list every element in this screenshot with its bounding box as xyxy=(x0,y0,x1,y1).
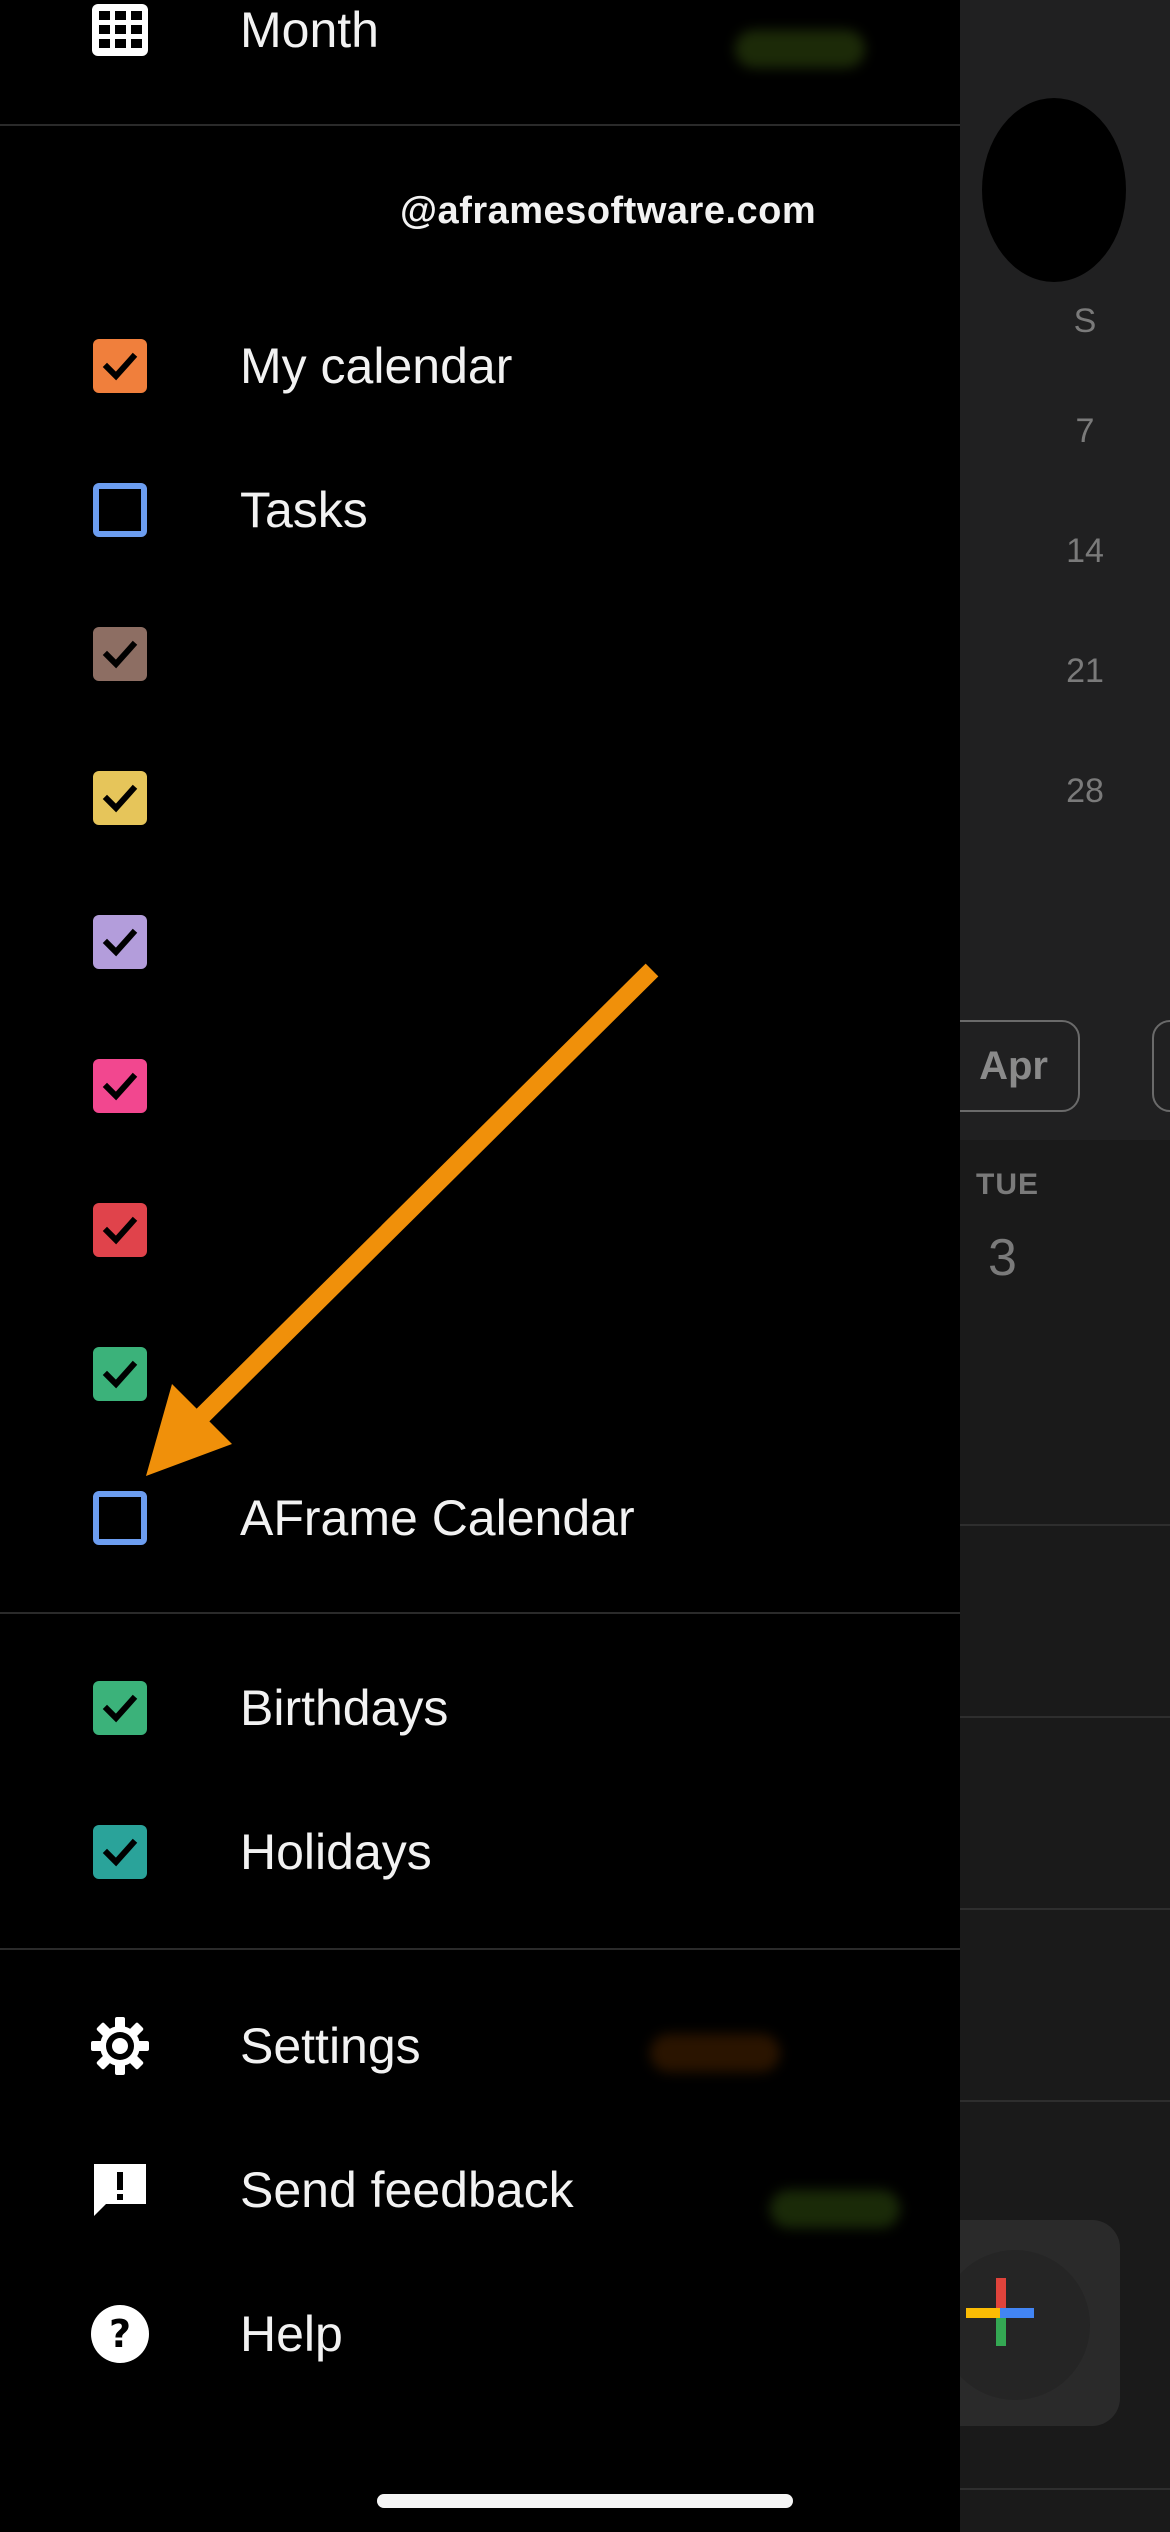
account-email: @aframesoftware.com xyxy=(400,190,817,232)
calendar-item-label: Birthdays xyxy=(240,1680,449,1736)
avatar[interactable] xyxy=(982,98,1126,282)
calendar-item[interactable]: AFrame Calendar xyxy=(0,1448,960,1588)
help-icon: ? xyxy=(91,2305,149,2363)
background-calendar: S 7 14 21 28 Apr TUE 3 xyxy=(960,0,1170,2532)
checked-checkbox[interactable] xyxy=(93,627,147,681)
checked-checkbox[interactable] xyxy=(93,1059,147,1113)
calendar-date[interactable]: 28 xyxy=(1050,772,1120,811)
blurred-badge xyxy=(650,2034,780,2072)
checked-checkbox[interactable] xyxy=(93,915,147,969)
blurred-badge xyxy=(735,30,865,68)
calendar-item-label: AFrame Calendar xyxy=(240,1490,635,1546)
month-chip-next[interactable] xyxy=(1152,1020,1170,1112)
divider xyxy=(960,1716,1170,1718)
calendar-date[interactable]: 14 xyxy=(1050,532,1120,571)
calendar-item[interactable] xyxy=(0,1304,960,1444)
feedback-icon xyxy=(94,2164,146,2216)
calendar-item[interactable] xyxy=(0,872,960,1012)
checked-checkbox[interactable] xyxy=(93,1681,147,1735)
day-label: TUE xyxy=(976,1168,1039,1201)
divider xyxy=(0,124,960,126)
help-item[interactable]: ? Help xyxy=(0,2264,960,2404)
month-chip-apr[interactable]: Apr xyxy=(960,1020,1080,1112)
divider xyxy=(960,1908,1170,1910)
checked-checkbox[interactable] xyxy=(93,1825,147,1879)
divider xyxy=(960,2100,1170,2102)
send-feedback-label: Send feedback xyxy=(240,2162,574,2218)
home-indicator[interactable] xyxy=(377,2494,793,2508)
day-of-week-header: S xyxy=(1073,302,1097,340)
checked-checkbox[interactable] xyxy=(93,1347,147,1401)
nav-item-label: Month xyxy=(240,2,379,58)
calendar-item[interactable]: Holidays xyxy=(0,1782,960,1922)
grid-icon xyxy=(92,4,148,56)
unchecked-checkbox[interactable] xyxy=(93,1491,147,1545)
calendar-item[interactable] xyxy=(0,728,960,868)
checked-checkbox[interactable] xyxy=(93,771,147,825)
calendar-item[interactable] xyxy=(0,1016,960,1156)
blurred-badge xyxy=(770,2190,900,2228)
unchecked-checkbox[interactable] xyxy=(93,483,147,537)
navigation-drawer: Month @aframesoftware.com My calendar Tas… xyxy=(0,0,960,2532)
day-number[interactable]: 3 xyxy=(988,1228,1017,1288)
calendar-item[interactable]: Birthdays xyxy=(0,1638,960,1778)
calendar-item-label: My calendar xyxy=(240,338,513,394)
checked-checkbox[interactable] xyxy=(93,1203,147,1257)
divider xyxy=(0,1612,960,1614)
divider xyxy=(960,2488,1170,2490)
calendar-item-label: Holidays xyxy=(240,1824,432,1880)
svg-text:?: ? xyxy=(109,2312,131,2356)
divider xyxy=(960,1524,1170,1526)
calendar-item[interactable]: My calendar xyxy=(0,296,960,436)
settings-item[interactable]: Settings xyxy=(0,1976,960,2116)
divider xyxy=(0,1948,960,1950)
settings-label: Settings xyxy=(240,2018,421,2074)
checked-checkbox[interactable] xyxy=(93,339,147,393)
gear-icon xyxy=(91,2017,149,2075)
calendar-date[interactable]: 21 xyxy=(1050,652,1120,691)
calendar-item[interactable]: Tasks xyxy=(0,440,960,580)
calendar-item[interactable] xyxy=(0,584,960,724)
calendar-item[interactable] xyxy=(0,1160,960,1300)
calendar-item-label: Tasks xyxy=(240,482,368,538)
calendar-date[interactable]: 7 xyxy=(1050,412,1120,451)
plus-icon xyxy=(966,2278,1034,2346)
help-label: Help xyxy=(240,2306,343,2362)
